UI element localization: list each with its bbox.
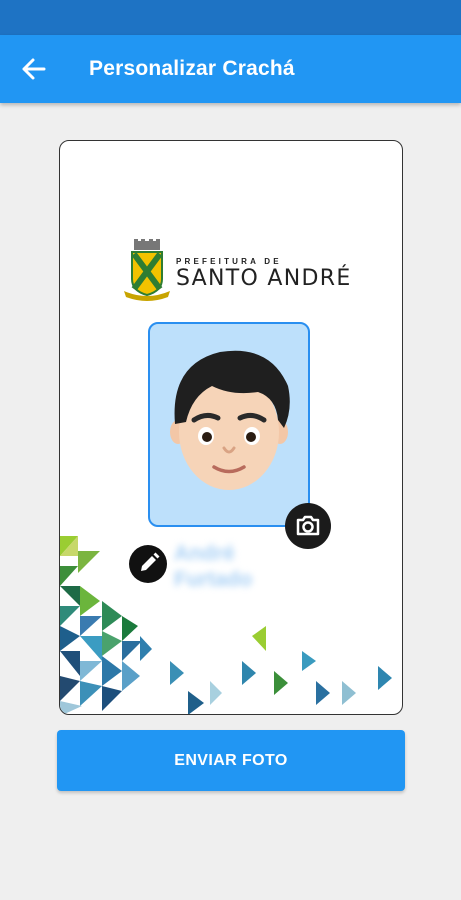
send-photo-button[interactable]: ENVIAR FOTO <box>57 730 405 791</box>
app-bar: Personalizar Crachá <box>0 35 461 103</box>
city-logo: PREFEITURA DE SANTO ANDRÉ <box>122 239 352 303</box>
photo-frame[interactable] <box>148 322 310 527</box>
arrow-left-icon <box>22 58 46 80</box>
badge-card: PREFEITURA DE SANTO ANDRÉ André Furtado <box>59 140 403 715</box>
back-button[interactable] <box>18 55 50 83</box>
logo-title: SANTO ANDRÉ <box>176 266 352 291</box>
status-bar <box>0 0 461 35</box>
logo-subtitle: PREFEITURA DE <box>176 257 282 266</box>
city-crest-icon <box>124 239 170 301</box>
page-title: Personalizar Crachá <box>89 57 295 80</box>
avatar <box>170 350 290 490</box>
geometric-pattern <box>60 536 392 714</box>
